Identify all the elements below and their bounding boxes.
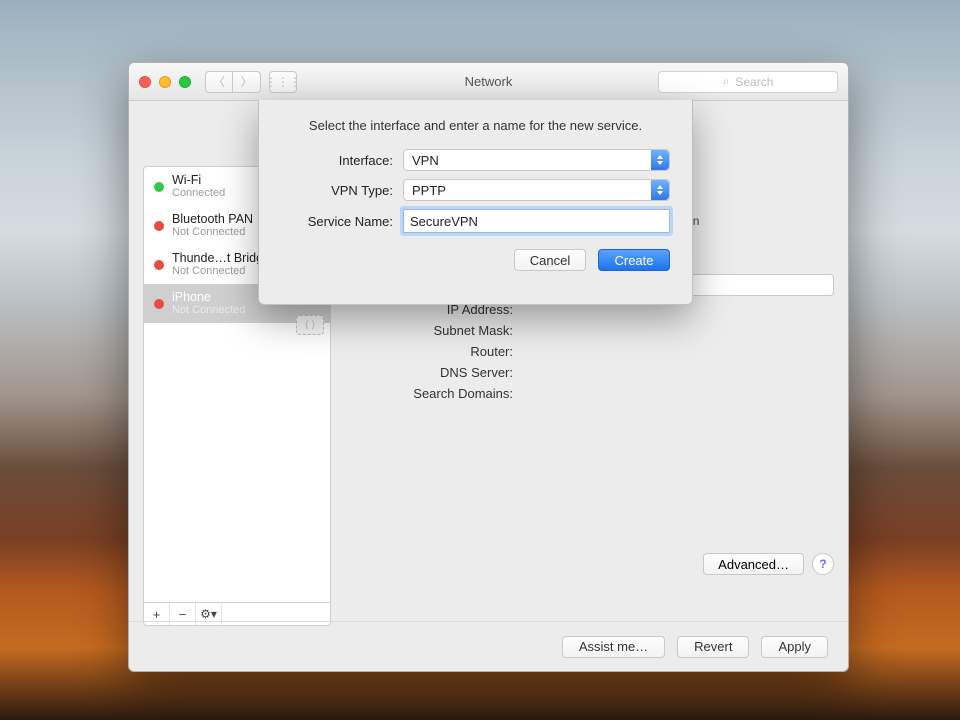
new-service-sheet: Select the interface and enter a name fo… [258,100,693,305]
vpn-type-label: VPN Type: [281,183,403,198]
interface-label: Interface: [281,153,403,168]
popup-arrows-icon [651,150,669,170]
sidebar-item-status: Not Connected [172,226,253,239]
gear-icon: ⚙︎▾ [200,607,217,621]
cancel-button[interactable]: Cancel [514,249,586,271]
minus-icon: − [179,607,187,622]
advanced-button[interactable]: Advanced… [703,553,804,575]
vpn-type-popup[interactable]: PPTP [403,179,670,201]
nav-back-forward: 〈 〉 [205,71,261,93]
sidebar-item-status: Not Connected [172,265,270,278]
subnet-mask-label: Subnet Mask: [343,323,523,338]
sidebar-item-status: Connected [172,187,225,200]
drag-handle-icon[interactable]: ⟨ ⟩ [296,315,324,335]
service-name-field[interactable]: SecureVPN [403,209,670,233]
status-dot-icon [154,299,164,309]
chevron-left-icon: 〈 [213,73,225,90]
search-icon: ⌕ [723,74,730,89]
status-dot-icon [154,260,164,270]
sheet-instruction: Select the interface and enter a name fo… [281,118,670,133]
interface-value: VPN [412,153,439,168]
dns-server-label: DNS Server: [343,365,523,380]
sidebar-item-label: iPhone [172,290,245,304]
close-icon[interactable] [139,76,151,88]
chevron-right-icon: 〉 [240,73,252,90]
minimize-icon[interactable] [159,76,171,88]
revert-button[interactable]: Revert [677,636,749,658]
search-domains-label: Search Domains: [343,386,523,401]
show-all-button[interactable]: ⋮⋮⋮ [269,71,297,93]
desktop-background: 〈 〉 ⋮⋮⋮ Network ⌕ Search [0,0,960,720]
plus-icon: + [153,607,161,622]
interface-popup[interactable]: VPN [403,149,670,171]
apply-button[interactable]: Apply [761,636,828,658]
sidebar-item-status: Not Connected [172,304,245,317]
search-placeholder: Search [735,75,773,89]
bottom-bar: Assist me… Revert Apply [129,621,848,671]
sidebar-item-label: Thunde…t Bridge [172,251,270,265]
router-label: Router: [343,344,523,359]
popup-arrows-icon [651,180,669,200]
service-name-value: SecureVPN [410,214,478,229]
help-icon: ? [819,557,826,571]
assist-me-button[interactable]: Assist me… [562,636,665,658]
service-name-label: Service Name: [281,214,403,229]
sidebar-item-label: Bluetooth PAN [172,212,253,226]
titlebar: 〈 〉 ⋮⋮⋮ Network ⌕ Search [129,63,848,101]
search-input[interactable]: ⌕ Search [658,71,838,93]
grid-icon: ⋮⋮⋮ [265,75,301,89]
vpn-type-value: PPTP [412,183,446,198]
window-controls [139,76,191,88]
status-dot-icon [154,221,164,231]
create-button[interactable]: Create [598,249,670,271]
back-button[interactable]: 〈 [205,71,233,93]
help-button[interactable]: ? [812,553,834,575]
status-dot-icon [154,182,164,192]
zoom-icon[interactable] [179,76,191,88]
sidebar-item-label: Wi-Fi [172,173,225,187]
forward-button[interactable]: 〉 [233,71,261,93]
